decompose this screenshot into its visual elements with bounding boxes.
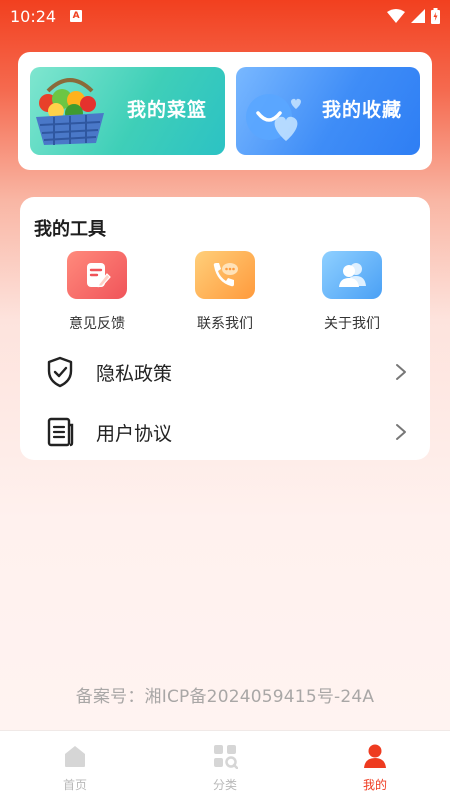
chevron-right-icon [396,424,406,440]
status-icons [387,8,440,24]
tab-profile-label: 我的 [362,778,387,792]
home-icon [65,746,85,767]
icp-record-text: 备案号：湘ICP备2024059415号-24A [75,687,375,707]
menu-item-agreement-label: 用户协议 [96,422,173,445]
tools-title: 我的工具 [34,219,106,240]
tab-category-label: 分类 [212,778,237,792]
tool-about[interactable]: 关于我们 [302,251,402,333]
my-favorites-label: 我的收藏 [321,99,402,121]
users-icon [322,251,382,299]
my-basket-label: 我的菜篮 [126,99,207,121]
tool-contact-label: 联系我们 [197,316,253,332]
notification-badge: A [70,10,83,22]
tab-category[interactable]: 分类 [150,731,300,800]
signal-icon [411,9,425,23]
heart-bubbles-icon [246,94,301,141]
shortcut-card: 我的菜篮 我的收藏 [18,52,432,170]
category-icon [214,745,238,769]
feedback-edit-icon [67,251,127,299]
tools-card: 我的工具 意见反馈 联系我们 关于我们 隐私政策 用户协议 [20,197,430,460]
status-time: 10:24 [10,6,57,26]
wifi-icon [387,9,405,23]
menu-item-agreement[interactable]: 用户协议 [20,402,430,462]
status-left: 10:24 A [10,6,83,26]
tool-feedback[interactable]: 意见反馈 [47,251,147,333]
tab-home-label: 首页 [62,778,87,792]
tab-profile[interactable]: 我的 [300,731,450,800]
phone-chat-icon [195,251,255,299]
menu-item-privacy[interactable]: 隐私政策 [20,342,430,402]
status-bar: 10:24 A [0,0,450,32]
profile-icon [364,744,386,768]
tool-about-label: 关于我们 [324,316,380,332]
shield-check-icon [45,356,75,388]
my-basket-banner[interactable]: 我的菜篮 [30,67,225,155]
my-favorites-banner[interactable]: 我的收藏 [236,67,420,155]
tab-home[interactable]: 首页 [0,731,150,800]
tool-feedback-label: 意见反馈 [69,316,125,332]
vegetable-basket-icon [36,78,104,145]
document-icon [45,416,75,448]
tool-contact[interactable]: 联系我们 [175,251,275,333]
battery-icon [431,8,440,24]
bottom-tab-bar: 首页 分类 我的 [0,730,450,800]
chevron-right-icon [396,364,406,380]
menu-item-privacy-label: 隐私政策 [96,362,173,385]
